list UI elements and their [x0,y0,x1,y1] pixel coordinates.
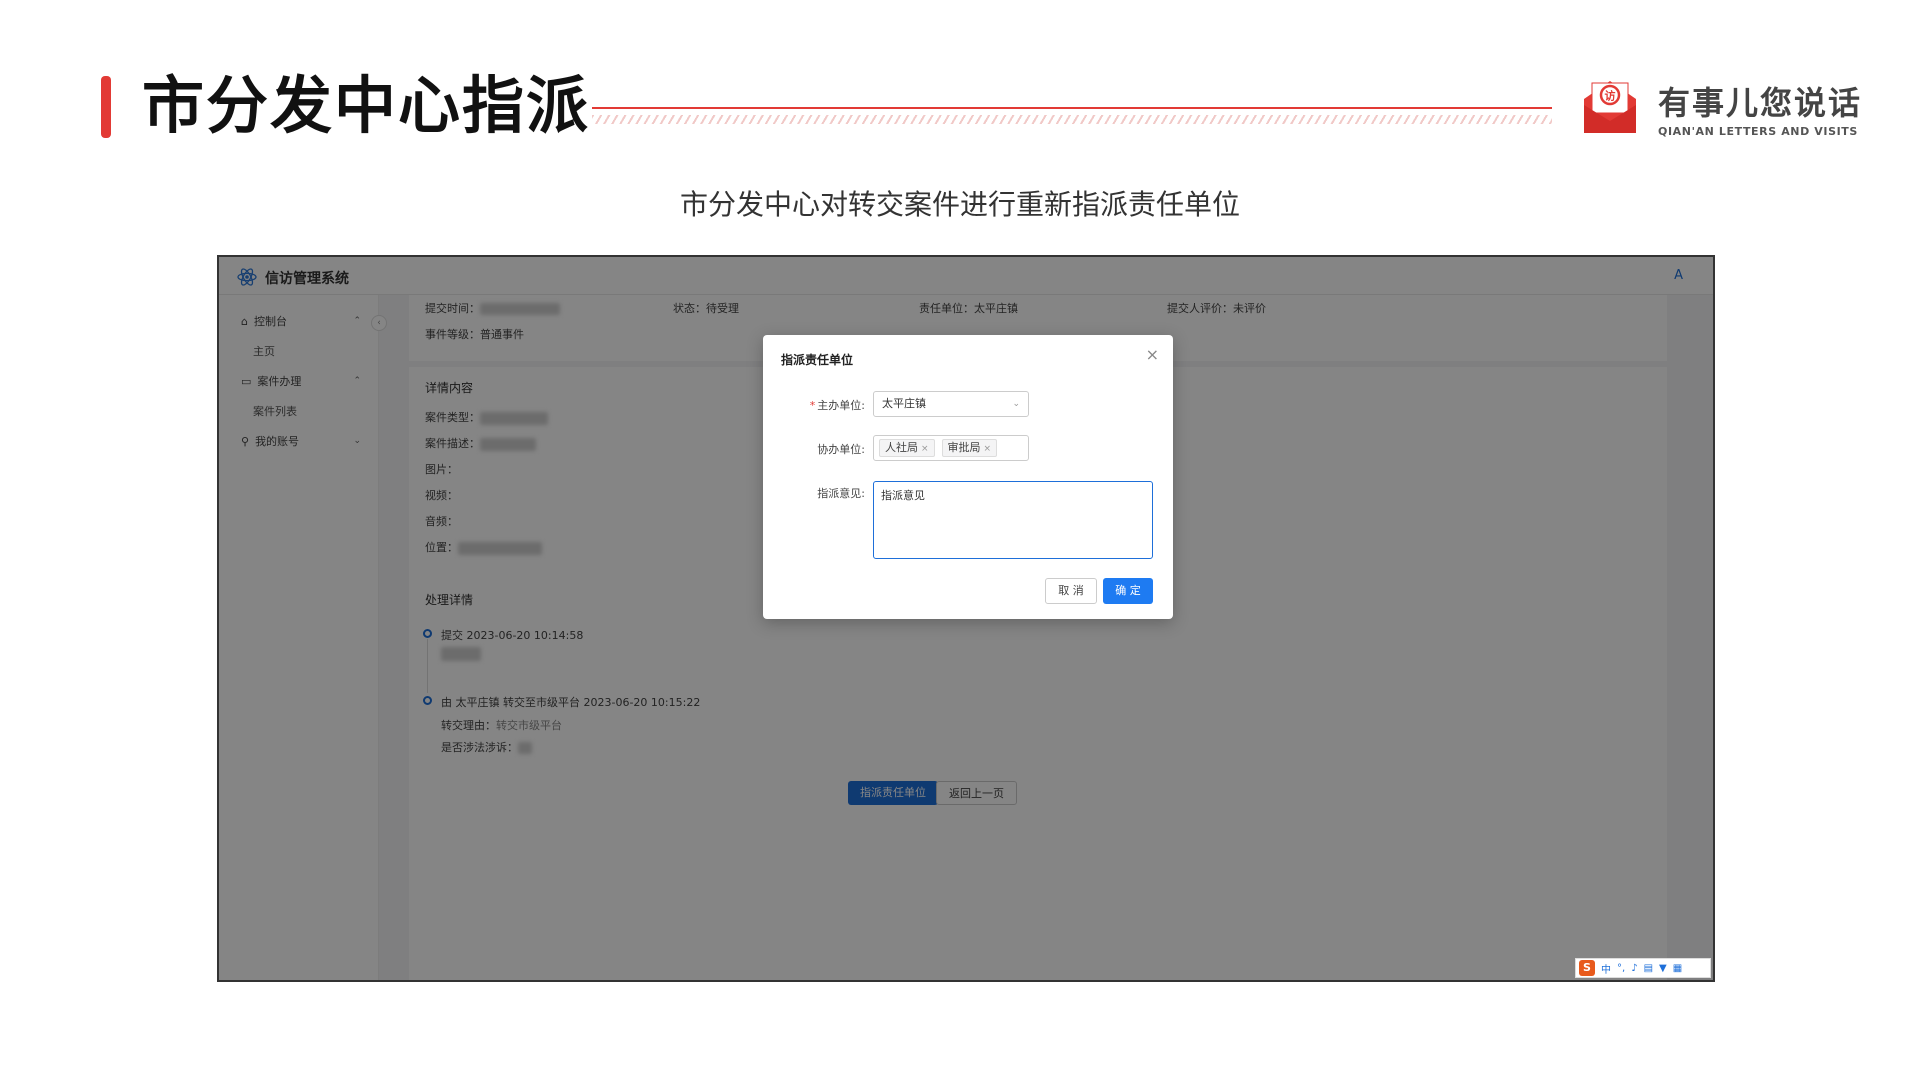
title-accent-bar [101,76,111,138]
opinion-textarea[interactable]: 指派意见 [873,481,1153,559]
microphone-icon[interactable]: ♪ [1631,963,1637,974]
tag-close-icon[interactable]: × [921,444,929,454]
sogou-ime-logo[interactable]: S [1579,960,1595,976]
assist-unit-label: 协办单位: [817,443,865,456]
keyboard-icon[interactable]: ▤ [1644,963,1653,974]
dialog-title: 指派责任单位 [781,353,854,367]
logo-english-text: QIAN'AN LETTERS AND VISITS [1658,125,1858,138]
logo-chinese-text: 有事儿您说话 [1658,84,1863,122]
close-icon[interactable]: × [1146,345,1159,364]
assist-unit-multiselect[interactable]: 人社局 × 审批局 × [873,435,1029,461]
opinion-label: 指派意见: [817,487,865,500]
slide-title: 市分发中心指派 [142,69,591,142]
main-unit-label: * 主办单位: [809,399,865,412]
skin-icon[interactable]: ▼ [1659,963,1667,974]
letters-visits-logo-icon: 访 [1584,81,1636,133]
confirm-button[interactable]: 确 定 [1103,578,1153,604]
cancel-button[interactable]: 取 消 [1045,578,1097,604]
ime-toolbar: S 中 °, ♪ ▤ ▼ ▦ [1575,958,1711,978]
assist-unit-tag: 审批局 × [941,439,998,457]
ime-mode-indicator[interactable]: 中 [1601,961,1611,976]
header-hatch-decoration [592,115,1552,124]
main-unit-select[interactable]: 太平庄镇 ⌄ [873,391,1029,417]
chevron-down-icon: ⌄ [1012,399,1020,409]
header-divider [592,107,1552,109]
assign-unit-dialog: 指派责任单位 × * 主办单位: 太平庄镇 ⌄ 协办单位: 人社局 × 审批局 × 指派… [763,335,1173,619]
screenshot-frame: 信访管理系统 A ⌂ 控制台 ⌃ 主页 ▭ 案件办理 ⌃ 案件列表 ⚲ 我的账号… [217,255,1715,982]
assist-unit-tag: 人社局 × [879,439,935,457]
app-window: 信访管理系统 A ⌂ 控制台 ⌃ 主页 ▭ 案件办理 ⌃ 案件列表 ⚲ 我的账号… [219,257,1713,980]
punctuation-icon[interactable]: °, [1617,963,1625,974]
toolbox-icon[interactable]: ▦ [1673,963,1682,974]
slide-subtitle: 市分发中心对转交案件进行重新指派责任单位 [679,188,1240,221]
tag-close-icon[interactable]: × [984,444,992,454]
logo-glyph: 访 [1605,89,1616,103]
